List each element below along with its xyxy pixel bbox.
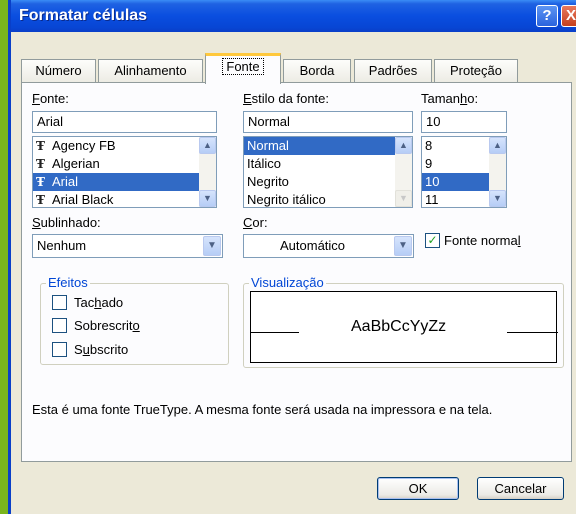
font-label: Fonte: (32, 91, 69, 106)
style-list-scrollbar[interactable]: ▲ ▼ (395, 137, 412, 207)
subscript-checkbox[interactable] (52, 342, 67, 357)
font-list[interactable]: Ŧ Agency FB Ŧ Algerian Ŧ Arial Ŧ Arial Black… (32, 136, 217, 208)
tab-label: Alinhamento (114, 63, 187, 78)
scroll-down-icon[interactable]: ▼ (395, 190, 412, 207)
list-item[interactable]: Itálico (244, 155, 412, 173)
list-item[interactable]: Negrito (244, 173, 412, 191)
help-icon: ? (542, 7, 552, 24)
tab-fonte[interactable]: Fonte (205, 53, 281, 84)
cancel-button[interactable]: Cancelar (477, 477, 564, 500)
scroll-up-icon[interactable]: ▲ (395, 137, 412, 154)
preview-sample: AaBbCcYyZz (351, 318, 447, 335)
font-input[interactable]: Arial (32, 111, 217, 133)
checkmark-icon: ✓ (427, 233, 438, 247)
underline-value: Nenhum (37, 238, 87, 253)
baseline-right (507, 332, 558, 333)
size-list[interactable]: 8 9 10 11 ▲ ▼ (421, 136, 507, 208)
dialog-title: Formatar células (19, 7, 148, 24)
list-item[interactable]: Negrito itálico (244, 191, 412, 207)
style-input[interactable]: Normal (243, 111, 413, 133)
close-button[interactable]: X (561, 5, 576, 27)
truetype-icon: Ŧ (36, 139, 45, 153)
preview-box: AaBbCcYyZz (250, 291, 558, 363)
truetype-icon: Ŧ (36, 157, 45, 171)
superscript-label[interactable]: Sobrescrito (74, 318, 140, 333)
underline-select[interactable]: Nenhum ▼ (32, 234, 223, 258)
strikethrough-checkbox[interactable] (52, 295, 67, 310)
tab-padroes[interactable]: Padrões (354, 59, 432, 83)
normal-font-checkbox[interactable]: ✓ (425, 233, 440, 248)
normal-font-label[interactable]: Fonte normal (444, 233, 521, 248)
ok-button[interactable]: OK (377, 477, 459, 500)
size-input[interactable]: 10 (421, 111, 507, 133)
font-tab-panel: Fonte: Arial Ŧ Agency FB Ŧ Algerian Ŧ Arial… (21, 82, 572, 462)
underline-label: Sublinhado: (32, 215, 101, 230)
tab-label: Número (35, 63, 82, 78)
tab-label: Fonte (222, 58, 264, 75)
strikethrough-label[interactable]: Tachado (74, 295, 123, 310)
tab-numero[interactable]: Número (21, 59, 96, 83)
title-bar[interactable]: Formatar células ? X (11, 0, 576, 32)
size-label: Tamanho: (421, 91, 479, 106)
format-cells-dialog: Formatar células ? X Número Alinhamento … (8, 0, 576, 514)
tab-label: Proteção (449, 63, 503, 78)
tab-borda[interactable]: Borda (283, 59, 351, 83)
tab-label: Borda (299, 63, 335, 78)
style-list[interactable]: Normal Itálico Negrito Negrito itálico ▲… (243, 136, 413, 208)
tab-protecao[interactable]: Proteção (434, 59, 518, 83)
style-label: Estilo da fonte: (243, 91, 329, 106)
superscript-checkbox[interactable] (52, 318, 67, 333)
list-item[interactable]: Ŧ Algerian (33, 155, 216, 173)
effects-title: Efeitos (46, 275, 90, 290)
close-icon: X (565, 7, 576, 24)
chevron-down-icon[interactable]: ▼ (203, 236, 221, 256)
baseline-left (251, 332, 299, 333)
list-item-selected[interactable]: Normal (244, 137, 412, 155)
list-item-selected[interactable]: Ŧ Arial (33, 173, 216, 191)
scroll-up-icon[interactable]: ▲ (199, 137, 216, 154)
font-description: Esta é uma fonte TrueType. A mesma fonte… (32, 402, 493, 417)
scroll-down-icon[interactable]: ▼ (489, 190, 506, 207)
truetype-icon: Ŧ (36, 193, 45, 207)
list-item[interactable]: Ŧ Arial Black (33, 191, 216, 207)
size-list-scrollbar[interactable]: ▲ ▼ (489, 137, 506, 207)
scroll-up-icon[interactable]: ▲ (489, 137, 506, 154)
chevron-down-icon[interactable]: ▼ (394, 236, 412, 256)
tab-alinhamento[interactable]: Alinhamento (98, 59, 203, 83)
color-select[interactable]: Automático ▼ (243, 234, 414, 258)
help-button[interactable]: ? (536, 5, 558, 27)
tab-label: Padrões (368, 63, 418, 78)
font-list-scrollbar[interactable]: ▲ ▼ (199, 137, 216, 207)
preview-title: Visualização (249, 275, 326, 290)
color-label: Cor: (243, 215, 268, 230)
subscript-label[interactable]: Subscrito (74, 342, 128, 357)
scroll-down-icon[interactable]: ▼ (199, 190, 216, 207)
truetype-icon: Ŧ (36, 175, 45, 189)
color-value: Automático (280, 238, 346, 253)
list-item[interactable]: Ŧ Agency FB (33, 137, 216, 155)
